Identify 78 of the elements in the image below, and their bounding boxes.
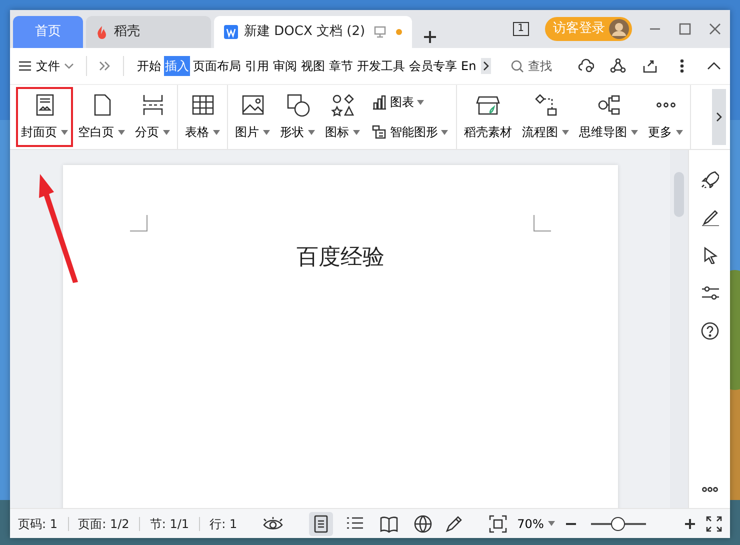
- share-nodes-icon[interactable]: [610, 58, 626, 74]
- ribbon-tab[interactable]: 会员专享: [408, 56, 458, 76]
- maximize-icon[interactable]: [678, 22, 692, 36]
- rocket-icon[interactable]: [700, 170, 718, 188]
- close-icon[interactable]: [708, 22, 722, 36]
- slider-thumb[interactable]: [611, 516, 626, 530]
- ribbon-tab[interactable]: En: [460, 56, 478, 76]
- avatar-icon: [609, 19, 629, 39]
- ribbon-button[interactable]: 更多: [643, 87, 688, 147]
- table-icon: [190, 93, 214, 117]
- chevron-right-icon: [716, 112, 722, 122]
- new-tab-button[interactable]: [423, 30, 437, 44]
- pen-icon[interactable]: [445, 514, 464, 532]
- document-text: 百度经验: [296, 243, 384, 271]
- export-icon[interactable]: [642, 58, 658, 74]
- more-icon: [656, 102, 676, 108]
- ribbon-tab[interactable]: 页面布局: [192, 56, 242, 76]
- status-field: 页面: 1/2: [78, 514, 130, 532]
- page-count-icon[interactable]: 1: [512, 22, 529, 36]
- ribbon-button[interactable]: 图标: [320, 87, 365, 147]
- fullscreen-icon[interactable]: [706, 516, 722, 532]
- ribbon-tab[interactable]: 开发工具: [356, 56, 406, 76]
- ribbon-tab[interactable]: 插入: [164, 56, 190, 76]
- status-field: 节: 1/1: [150, 514, 190, 532]
- chevron-right-icon[interactable]: [482, 60, 490, 72]
- zoom-in-icon[interactable]: [684, 518, 696, 530]
- search-icon: [511, 60, 524, 72]
- margin-mark: [130, 215, 148, 232]
- icons-icon: [330, 93, 354, 117]
- search-button[interactable]: 查找: [511, 57, 552, 75]
- plus-icon: [423, 30, 437, 44]
- margin-mark: [533, 215, 551, 232]
- cloud-icon[interactable]: [578, 58, 594, 74]
- window-tab[interactable]: 稻壳: [86, 16, 211, 48]
- pen-icon[interactable]: [700, 208, 718, 226]
- ribbon-button[interactable]: 智能图形: [369, 121, 450, 143]
- flame-icon: [96, 25, 108, 39]
- page-break-icon: [140, 93, 164, 117]
- ribbon-button[interactable]: 图片: [230, 87, 275, 147]
- ribbon-button[interactable]: 形状: [275, 87, 320, 147]
- ribbon-button[interactable]: 图表: [369, 91, 450, 113]
- more-icon[interactable]: [702, 487, 718, 492]
- shapes-icon: [286, 93, 310, 117]
- double-chevron-icon[interactable]: [99, 61, 111, 71]
- fit-page-icon[interactable]: [489, 514, 508, 532]
- reading-view-icon[interactable]: [380, 514, 398, 532]
- ribbon-tab[interactable]: 章节: [328, 56, 354, 76]
- mind-map-icon: [596, 93, 620, 117]
- menu-icon: [18, 60, 32, 72]
- ribbon-tab[interactable]: 开始: [136, 56, 162, 76]
- ribbon-button[interactable]: 封面页: [16, 87, 73, 147]
- document-icon: [224, 25, 238, 39]
- ribbon-button[interactable]: 分页: [130, 87, 175, 147]
- flowchart-icon: [534, 93, 558, 117]
- ribbon-button[interactable]: 流程图: [517, 87, 574, 147]
- ribbon-tab[interactable]: 视图: [300, 56, 326, 76]
- ribbon-button[interactable]: 稻壳素材: [459, 87, 517, 147]
- ribbon-button[interactable]: 表格: [180, 87, 225, 147]
- status-field: 页码: 1: [18, 514, 58, 532]
- image-icon: [240, 93, 264, 117]
- ribbon-button[interactable]: 思维导图: [574, 87, 643, 147]
- zoom-dropdown[interactable]: 70%: [517, 514, 555, 532]
- window-tab[interactable]: 新建 DOCX 文档 (2): [214, 16, 412, 48]
- help-icon[interactable]: [700, 322, 718, 340]
- ribbon-button[interactable]: 空白页: [73, 87, 130, 147]
- ribbon-tab[interactable]: 引用: [244, 56, 270, 76]
- bar-chart-icon: [371, 94, 387, 110]
- monitor-icon: [374, 26, 386, 38]
- file-menu[interactable]: 文件: [18, 57, 74, 75]
- eye-icon[interactable]: [263, 516, 284, 530]
- chevron-down-icon: [64, 62, 74, 70]
- ribbon-tab[interactable]: 审阅: [272, 56, 298, 76]
- web-view-icon[interactable]: [414, 514, 432, 532]
- status-field: 行: 1: [210, 514, 238, 532]
- smart-graphic-icon: [371, 124, 387, 140]
- page-view-icon[interactable]: [312, 514, 330, 532]
- caret-icon: [548, 521, 555, 526]
- sliders-icon[interactable]: [700, 284, 718, 302]
